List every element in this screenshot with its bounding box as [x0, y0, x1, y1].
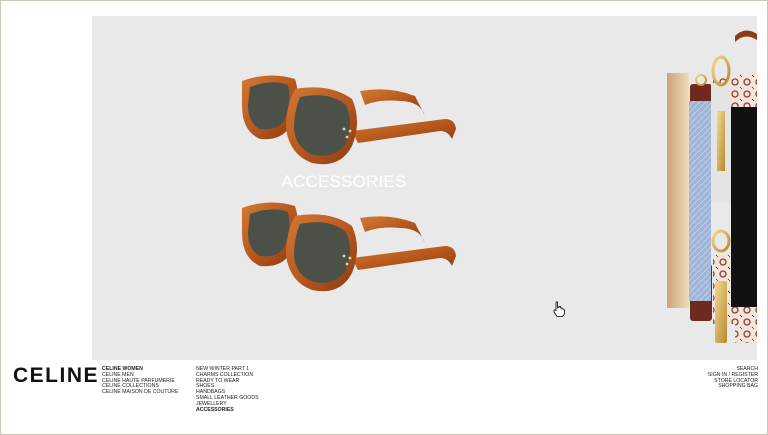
utility-nav: SEARCH SIGN IN / REGISTER STORE LOCATOR … [708, 366, 758, 390]
shopping-bag-link[interactable]: SHOPPING BAG [708, 384, 758, 390]
sunglasses-image [242, 75, 456, 165]
hero-banner[interactable]: ACCESSORIES [92, 16, 757, 360]
nav-item-accessories[interactable]: ACCESSORIES [196, 407, 259, 414]
primary-nav: CELINE WOMEN CELINE MEN CELINE HAUTE PAR… [102, 366, 178, 396]
hand-cursor-icon [553, 301, 565, 317]
category-nav: NEW WINTER PART 1 CHARMS COLLECTION READ… [196, 366, 259, 414]
sunglasses-image [242, 202, 456, 292]
hero-title[interactable]: ACCESSORIES [279, 172, 409, 192]
nav-item-maison-de-couture[interactable]: CELINE MAISON DE COUTURE [102, 389, 178, 396]
product-collage-image [667, 55, 757, 343]
celine-logo[interactable]: CELINE [13, 364, 99, 388]
